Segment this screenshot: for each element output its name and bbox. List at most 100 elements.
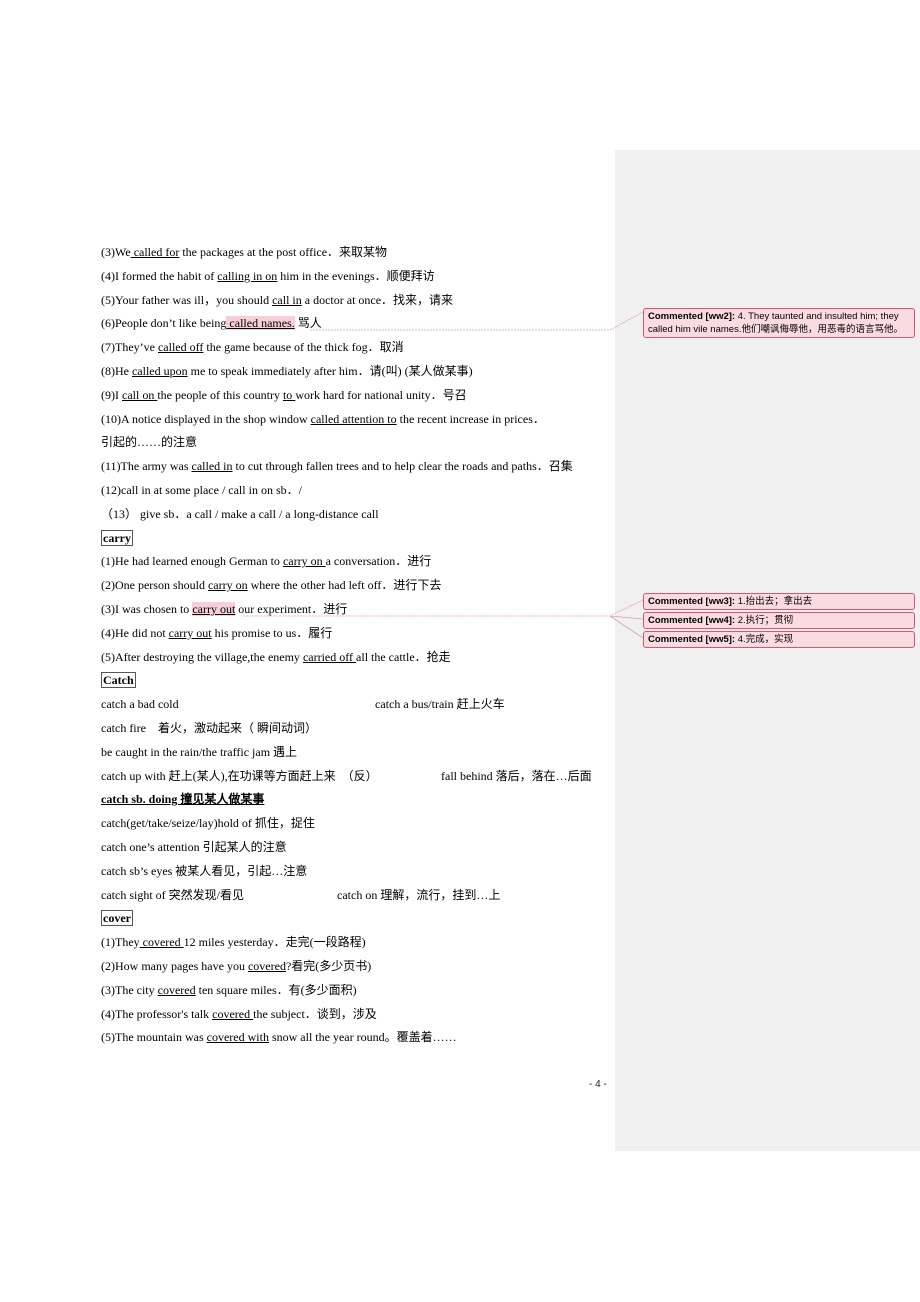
underlined-phrase: calling in on — [217, 268, 278, 283]
underlined-phrase: carried off — [302, 649, 357, 664]
text-segment: the recent increase in prices． — [396, 411, 545, 426]
comment-ww4[interactable]: Commented [ww4]: 2.执行；贯彻 — [643, 612, 915, 629]
section-heading-line: Catch — [101, 669, 621, 693]
text-segment: the packages at the post office．来取某物 — [179, 245, 388, 259]
text-segment: （13） give sb．a call / make a call / a lo… — [101, 506, 379, 521]
text-line: (1)They covered 12 miles yesterday．走完(一段… — [101, 931, 621, 955]
text-segment: catch sb. doing 撞见某人做某事 — [101, 792, 265, 807]
text-segment: to cut through fallen trees and to help … — [232, 459, 573, 474]
text-segment: snow all the year round。覆盖着…… — [268, 1030, 457, 1045]
text-line: (7)They’ve called off the game because o… — [101, 336, 621, 360]
text-line: (5)The mountain was covered with snow al… — [101, 1026, 621, 1050]
document-body: (3)We called for the packages at the pos… — [101, 241, 621, 1050]
text-segment: be caught in the rain/the traffic jam 遇上 — [101, 744, 298, 759]
underlined-phrase: call on — [122, 387, 158, 402]
text-segment: him in the evenings．顺便拜访 — [277, 268, 435, 283]
text-line: catch sb’s eyes 被某人看见，引起…注意 — [101, 860, 621, 884]
text-line: catch(get/take/seize/lay)hold of 抓住，捉住 — [101, 812, 621, 836]
text-segment: (4)The professor's talk — [101, 1006, 213, 1021]
text-segment: me to speak immediately after him．请(叫) (… — [187, 363, 473, 378]
text-segment: (2)One person should — [101, 578, 208, 593]
comment-ww3[interactable]: Commented [ww3]: 1.抬出去；拿出去 — [643, 593, 915, 610]
text-line: (10)A notice displayed in the shop windo… — [101, 408, 621, 432]
underlined-phrase: covered — [157, 982, 196, 997]
text-segment: (5)After destroying the village,the enem… — [101, 649, 303, 664]
underlined-phrase: called upon — [131, 363, 188, 378]
text-segment: (4)He did not — [101, 625, 169, 640]
text-segment: (9)I — [101, 387, 122, 402]
text-segment: (6)People don’t like being — [101, 316, 227, 331]
text-line: (4)The professor's talk covered the subj… — [101, 1003, 621, 1027]
underlined-phrase: covered — [247, 958, 286, 973]
text-segment: (3)We — [101, 245, 131, 259]
comment-author: Commented [ww3]: — [648, 596, 736, 607]
text-line: catch sight of 突然发现/看见 catch on 理解，流行，挂到…… — [101, 884, 621, 908]
comment-text: 4.完成，实现 — [735, 634, 794, 645]
text-segment: (5)Your father was ill，you should — [101, 292, 273, 307]
comment-margin-pane — [615, 150, 920, 1151]
text-line: (6)People don’t like being called names.… — [101, 312, 621, 336]
text-line: catch sb. doing 撞见某人做某事 — [101, 788, 621, 812]
text-segment: catch one’s attention 引起某人的注意 — [101, 839, 287, 854]
underlined-phrase: covered — [139, 935, 184, 950]
text-line: (2)One person should carry on where the … — [101, 574, 621, 598]
text-segment: work hard for national unity．号召 — [295, 387, 467, 402]
text-segment: the people of this country — [157, 387, 283, 402]
text-segment: 12 miles yesterday．走完(一段路程) — [183, 935, 366, 950]
text-segment: catch fire 着火，激动起来（ 瞬间动词） — [101, 720, 317, 735]
text-segment: our experiment．进行 — [235, 601, 348, 616]
text-segment: the subject．谈到，涉及 — [253, 1006, 377, 1021]
text-line: catch a bad cold catch a bus/train 赶上火车 — [101, 693, 621, 717]
comment-text: 2.执行；贯彻 — [735, 615, 794, 626]
underlined-phrase: carry on — [282, 554, 326, 569]
text-line: (8)He called upon me to speak immediatel… — [101, 360, 621, 384]
text-segment: catch(get/take/seize/lay)hold of 抓住，捉住 — [101, 816, 315, 831]
text-segment: a doctor at once．找来，请来 — [301, 292, 454, 307]
underlined-phrase: called for — [130, 245, 180, 259]
underlined-phrase: called attention to — [310, 411, 397, 426]
comment-text: 1.抬出去；拿出去 — [735, 596, 813, 607]
text-segment: (10)A notice displayed in the shop windo… — [101, 411, 311, 426]
comment-author: Commented [ww5]: — [648, 634, 736, 645]
page-number: - 4 - — [589, 1079, 607, 1090]
text-segment: (11)The army was — [101, 459, 192, 474]
text-line: 引起的……的注意 — [101, 431, 621, 455]
text-segment: (2)How many pages have you — [101, 958, 248, 973]
text-line: (9)I call on the people of this country … — [101, 384, 621, 408]
underlined-phrase: call in — [272, 292, 302, 307]
text-line: (3)We called for the packages at the pos… — [101, 241, 621, 265]
text-line: (2)How many pages have you covered?看完(多少… — [101, 955, 621, 979]
commented-phrase[interactable]: called names — [226, 316, 292, 331]
underlined-phrase: called off — [157, 340, 204, 355]
text-segment: (3)I was chosen to — [101, 601, 193, 616]
text-line: (1)He had learned enough German to carry… — [101, 550, 621, 574]
text-line: (5)Your father was ill，you should call i… — [101, 289, 621, 313]
comment-author: Commented [ww2]: — [648, 311, 736, 322]
text-segment: (1)They — [101, 935, 140, 950]
text-segment: catch sb’s eyes 被某人看见，引起…注意 — [101, 863, 308, 878]
section-heading-line: carry — [101, 527, 621, 551]
text-segment: (5)The mountain was — [101, 1030, 207, 1045]
underlined-phrase: carry out — [168, 625, 212, 640]
text-segment: (12)call in at some place / call in on s… — [101, 482, 302, 497]
text-line: catch one’s attention 引起某人的注意 — [101, 836, 621, 860]
text-segment: ten square miles．有(多少面积) — [195, 982, 357, 997]
text-segment: ?看完(多少页书) — [285, 958, 372, 973]
text-line: be caught in the rain/the traffic jam 遇上 — [101, 741, 621, 765]
underlined-phrase: covered with — [206, 1030, 269, 1045]
text-second-column: catch on 理解，流行，挂到…上 — [337, 887, 501, 902]
text-line: （13） give sb．a call / make a call / a lo… — [101, 503, 621, 527]
text-second-column: catch a bus/train 赶上火车 — [375, 697, 505, 712]
text-line: (5)After destroying the village,the enem… — [101, 646, 621, 670]
text-segment: his promise to us．履行 — [211, 625, 333, 640]
text-segment: the game because of the thick fog．取消 — [203, 340, 404, 355]
text-segment: (1)He had learned enough German to — [101, 554, 283, 569]
underlined-phrase: covered — [212, 1006, 254, 1021]
commented-phrase[interactable]: carry out — [192, 601, 236, 616]
comment-ww2[interactable]: Commented [ww2]: 4. They taunted and ins… — [643, 308, 915, 338]
text-segment: all the cattle．抢走 — [356, 649, 451, 664]
text-segment: catch up with 赶上(某人),在功课等方面赶上来 （反） — [101, 768, 378, 783]
text-segment: (3)The city — [101, 982, 158, 997]
comment-ww5[interactable]: Commented [ww5]: 4.完成，实现 — [643, 631, 915, 648]
text-line: (12)call in at some place / call in on s… — [101, 479, 621, 503]
